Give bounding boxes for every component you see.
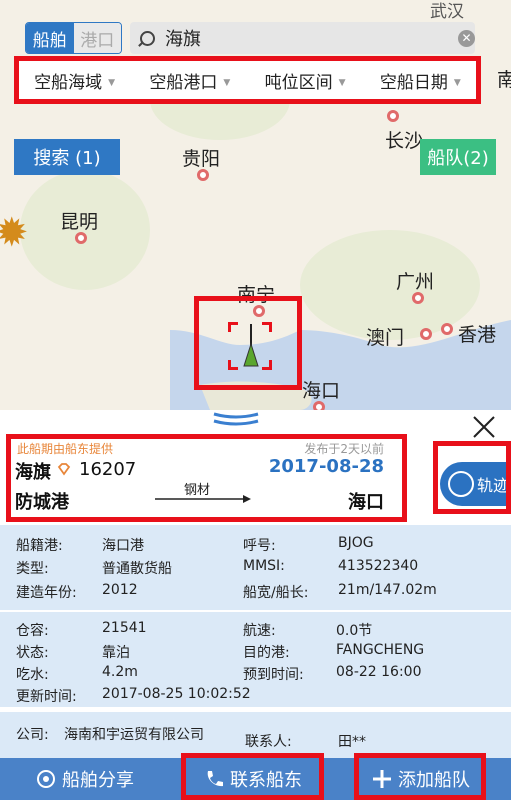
map-view[interactable]: 武汉 南昌 贵阳 长沙 昆明 南宁 广州 澳门 香港 海口 ✹ 船舶 港口 xyxy=(0,0,511,410)
city-label: 昆明 xyxy=(60,211,99,233)
city-label: 贵阳 xyxy=(182,148,221,170)
city-label: 南昌 xyxy=(497,69,511,91)
info-dimensions: 船宽/船长: 21m/147.02m xyxy=(243,582,437,601)
info-callsign: 呼号: BJOG xyxy=(243,535,374,554)
highlight-ship-marker xyxy=(194,296,302,390)
city-dot xyxy=(387,110,399,122)
ship-info-basic: 船籍港: 海口港 呼号: BJOG 类型: 普通散货船 MMSI: 413522340 … xyxy=(0,525,511,610)
city-label: 澳门 xyxy=(366,327,405,349)
info-updated: 更新时间: 2017-08-25 10:02:52 xyxy=(16,686,251,705)
info-built-year: 建造年份: 2012 xyxy=(16,582,138,601)
city-dot xyxy=(197,169,209,181)
city-dot xyxy=(441,323,453,335)
search-box xyxy=(130,22,475,54)
city-dot xyxy=(412,292,424,304)
clear-icon[interactable]: ✕ xyxy=(458,30,475,47)
share-label: 船舶分享 xyxy=(62,770,134,791)
ship-info-status: 仓容: 21541 航速: 0.0节 状态: 靠泊 目的港: FANGCHENG 吃水:… xyxy=(0,612,511,707)
info-speed: 航速: 0.0节 xyxy=(243,623,373,639)
tab-ship[interactable]: 船舶 xyxy=(26,23,74,53)
search-bar: 船舶 港口 xyxy=(25,22,485,54)
info-status: 状态: 靠泊 xyxy=(16,645,130,661)
collapse-chevron-icon[interactable] xyxy=(212,410,260,430)
search-results-button[interactable]: 搜索 (1) xyxy=(14,139,120,175)
city-label: 武汉 xyxy=(430,2,464,22)
ship-info-company: 公司: 海南和宇运贸有限公司 联系人: 田** xyxy=(0,712,511,758)
info-type: 类型: 普通散货船 xyxy=(16,561,172,577)
info-destination: 目的港: FANGCHENG xyxy=(243,642,425,661)
city-dot xyxy=(313,401,325,410)
tab-port[interactable]: 港口 xyxy=(73,23,121,53)
highlight-route-card xyxy=(6,434,407,522)
city-label: 长沙 xyxy=(385,130,424,152)
info-registry: 船籍港: 海口港 xyxy=(16,538,144,554)
city-label: 广州 xyxy=(396,271,435,293)
info-mmsi: MMSI: 413522340 xyxy=(243,558,419,574)
info-capacity: 仓容: 21541 xyxy=(16,620,147,639)
city-label: 香港 xyxy=(458,324,497,346)
search-icon xyxy=(140,30,155,46)
highlight-add-fleet-button xyxy=(354,753,486,800)
maple-leaf-icon: ✹ xyxy=(0,210,29,256)
search-type-toggle: 船舶 港口 xyxy=(25,22,122,54)
close-icon[interactable] xyxy=(471,414,497,440)
info-contact: 联系人: 田** xyxy=(245,734,366,750)
info-eta: 预到时间: 08-22 16:00 xyxy=(243,664,422,683)
highlight-filter-bar xyxy=(14,56,481,104)
city-dot xyxy=(75,232,87,244)
fleet-button[interactable]: 船队(2) xyxy=(420,139,496,175)
info-draft: 吃水: 4.2m xyxy=(16,664,138,683)
highlight-contact-button xyxy=(181,753,324,800)
info-company: 公司: 海南和宇运贸有限公司 xyxy=(16,727,204,743)
search-input[interactable] xyxy=(165,27,425,49)
highlight-track-button xyxy=(433,441,511,514)
share-icon xyxy=(37,770,55,788)
share-ship-button[interactable]: 船舶分享 xyxy=(36,758,134,800)
city-label: 海口 xyxy=(302,380,341,402)
city-dot xyxy=(420,328,432,340)
